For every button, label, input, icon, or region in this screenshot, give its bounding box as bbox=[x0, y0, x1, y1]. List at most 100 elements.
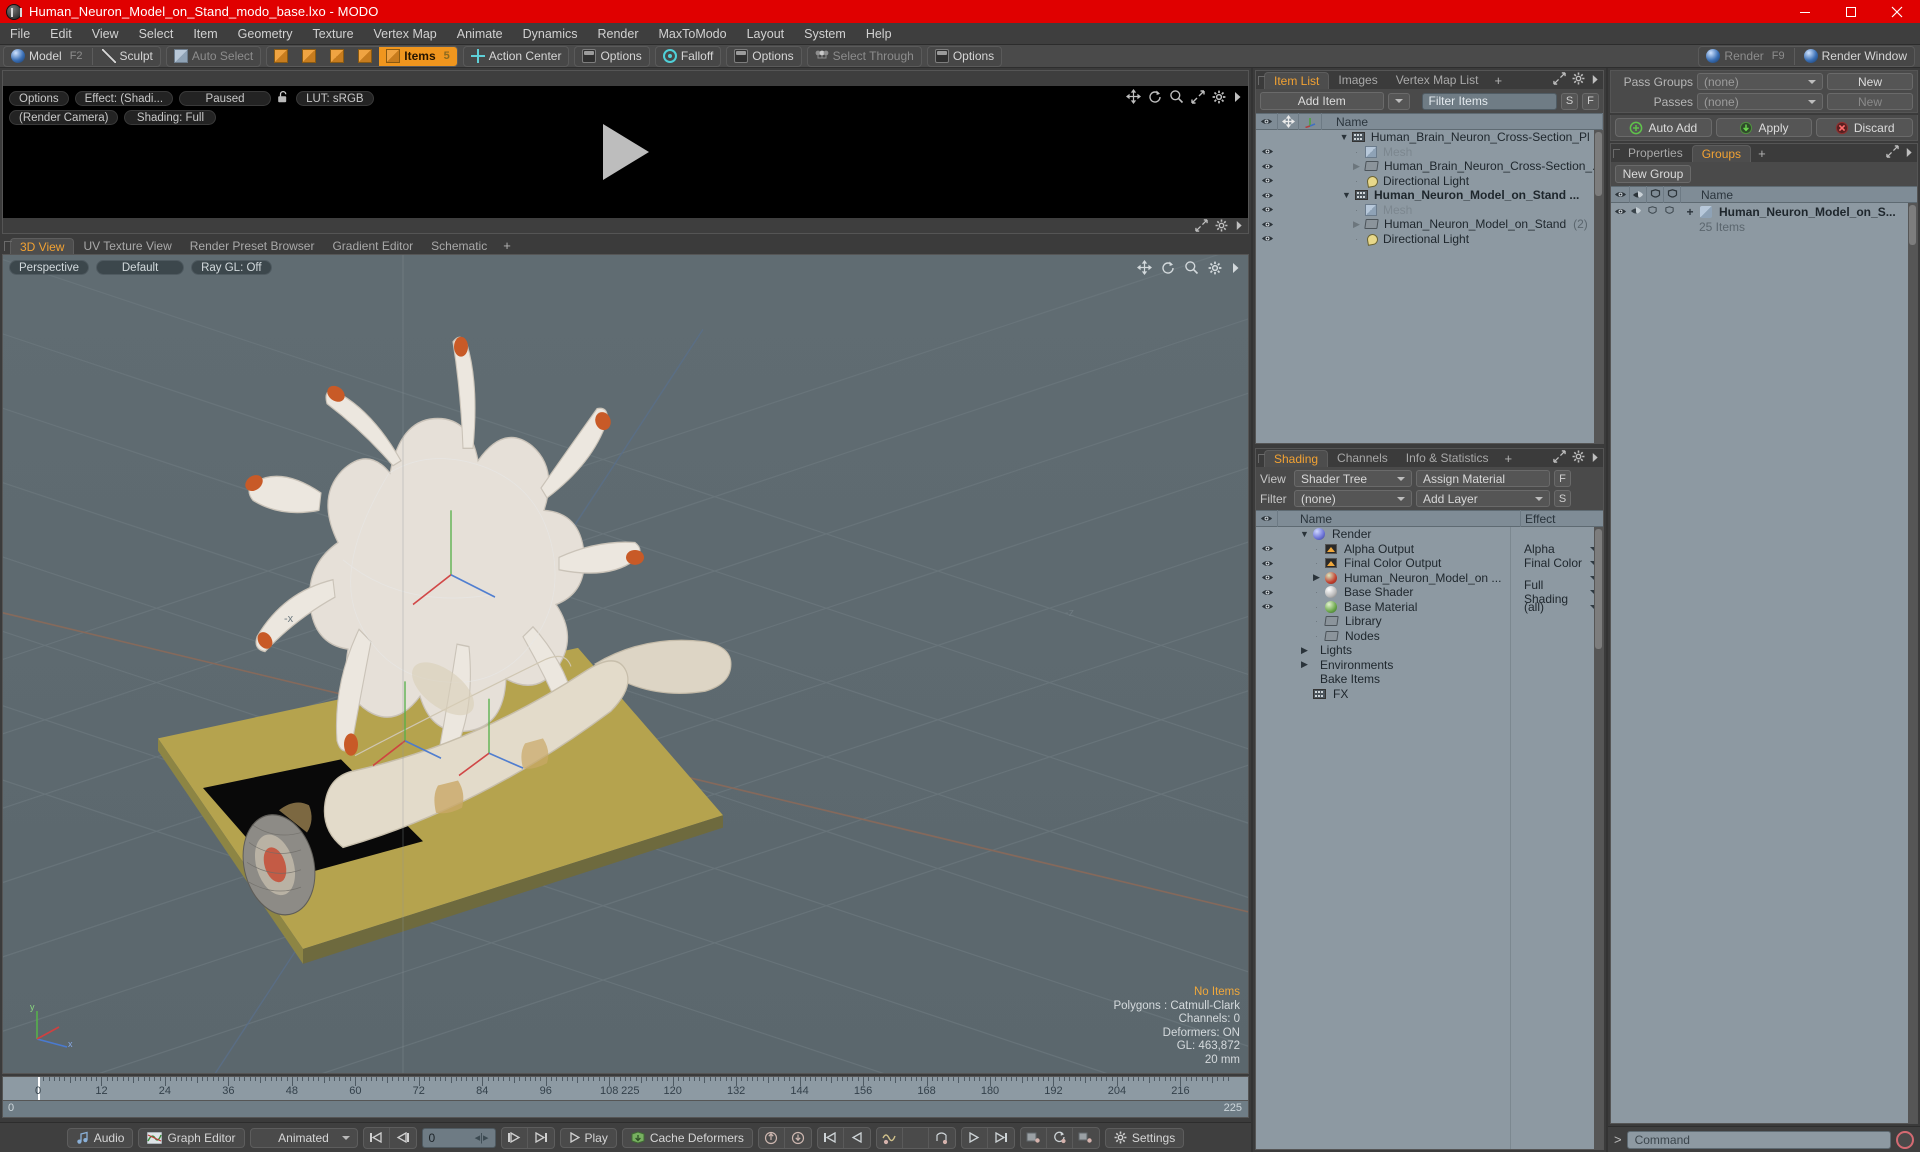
chevron-right-icon-vp[interactable] bbox=[1231, 262, 1240, 277]
filter-s-button[interactable]: S bbox=[1561, 92, 1578, 110]
command-input[interactable]: Command bbox=[1626, 1130, 1891, 1149]
gear-icon-sh[interactable] bbox=[1572, 450, 1585, 466]
menu-select[interactable]: Select bbox=[129, 23, 184, 45]
row-render-cell[interactable] bbox=[1630, 205, 1647, 219]
graph-editor-button[interactable]: Graph Editor bbox=[138, 1127, 245, 1148]
maximize-button[interactable] bbox=[1828, 0, 1874, 23]
row-twisty[interactable]: · bbox=[1311, 544, 1322, 554]
row-expand-toggle[interactable]: + bbox=[1683, 205, 1697, 219]
menu-dynamics[interactable]: Dynamics bbox=[513, 23, 588, 45]
chevron-right-icon-gr[interactable] bbox=[1905, 146, 1913, 161]
menu-layout[interactable]: Layout bbox=[737, 23, 795, 45]
key-rotate-button[interactable] bbox=[1047, 1127, 1073, 1148]
row-visibility-toggle[interactable] bbox=[1256, 588, 1278, 597]
row-name-cell[interactable]: ▶ Human_Neuron_Model_on_Stand (2) bbox=[1322, 217, 1603, 231]
add-groups-tab[interactable]: + bbox=[1751, 146, 1773, 162]
row-name-cell[interactable]: ▼ Render bbox=[1278, 527, 1521, 541]
add-item-button[interactable]: Add Item bbox=[1260, 92, 1384, 110]
filter-items-input[interactable]: Filter Items bbox=[1421, 92, 1557, 110]
rotate-icon[interactable] bbox=[1148, 89, 1162, 104]
shading-scrollbar[interactable] bbox=[1594, 527, 1603, 1149]
close-button[interactable] bbox=[1874, 0, 1920, 23]
load-key-button[interactable] bbox=[759, 1127, 785, 1148]
column-visibility[interactable] bbox=[1256, 113, 1278, 130]
row-twisty[interactable]: · bbox=[1351, 205, 1362, 215]
row-twisty[interactable]: · bbox=[1351, 234, 1362, 244]
table-row[interactable]: ▼ Human_Neuron_Model_on_Stand ... bbox=[1256, 188, 1603, 203]
table-row[interactable]: · Mesh bbox=[1256, 145, 1603, 160]
lock-icon[interactable] bbox=[277, 90, 290, 107]
row-visibility-toggle[interactable] bbox=[1256, 234, 1278, 243]
table-row[interactable]: · Directional Light bbox=[1256, 174, 1603, 189]
row-effect-cell[interactable]: (all) bbox=[1521, 600, 1603, 614]
menu-item[interactable]: Item bbox=[183, 23, 227, 45]
tab-3d-view[interactable]: 3D View bbox=[10, 238, 75, 254]
row-visibility-toggle[interactable] bbox=[1256, 544, 1278, 553]
row-visibility-toggle[interactable] bbox=[1256, 205, 1278, 214]
auto-select-button[interactable]: Auto Select bbox=[167, 47, 260, 66]
table-row[interactable]: · Base Material (all) bbox=[1256, 600, 1603, 615]
groups-list-body[interactable]: + Human_Neuron_Model_on_S... 25 Items bbox=[1611, 203, 1917, 1123]
tab-item-list[interactable]: Item List bbox=[1264, 72, 1330, 89]
tab-info-and-statistics[interactable]: Info & Statistics bbox=[1397, 450, 1498, 467]
current-frame-field[interactable]: 0 ◂|▸ bbox=[421, 1127, 496, 1148]
add-view-tab-button[interactable]: + bbox=[496, 238, 518, 254]
row-name-cell[interactable]: · Directional Light bbox=[1322, 174, 1603, 188]
row-visibility-toggle[interactable] bbox=[1256, 573, 1278, 582]
row-visibility-toggle[interactable] bbox=[1256, 162, 1278, 171]
row-visibility-toggle[interactable] bbox=[1611, 207, 1630, 216]
groups-column-visibility[interactable] bbox=[1611, 186, 1630, 203]
action-center-button[interactable]: Action Center bbox=[464, 47, 569, 66]
groups-scrollbar[interactable] bbox=[1908, 203, 1917, 1123]
row-twisty[interactable]: · bbox=[1311, 558, 1322, 568]
row-twisty[interactable]: · bbox=[1311, 631, 1322, 641]
table-row[interactable]: · Mesh bbox=[1256, 203, 1603, 218]
table-row[interactable]: · Library bbox=[1256, 614, 1603, 629]
tab-schematic[interactable]: Schematic bbox=[422, 238, 496, 254]
row-visibility-toggle[interactable] bbox=[1256, 220, 1278, 229]
new-pass-group-button[interactable]: New bbox=[1827, 73, 1913, 90]
select-through-options-button[interactable]: Options bbox=[928, 47, 1001, 66]
row-name-cell[interactable]: · Final Color Output bbox=[1278, 556, 1521, 570]
auto-add-button[interactable]: Auto Add bbox=[1615, 118, 1712, 137]
shading-column-visibility[interactable] bbox=[1256, 510, 1278, 527]
resize-icon-2[interactable] bbox=[1195, 219, 1208, 232]
table-row[interactable]: · Directional Light bbox=[1256, 232, 1603, 247]
row-visibility-toggle[interactable] bbox=[1256, 191, 1278, 200]
table-row[interactable]: · Base Shader Full Shading bbox=[1256, 578, 1603, 606]
items-mode-button[interactable]: Items 5 bbox=[379, 46, 457, 66]
assign-material-field[interactable]: Assign Material bbox=[1416, 470, 1550, 487]
shading-s-button[interactable]: S bbox=[1554, 490, 1571, 507]
chevron-right-icon[interactable] bbox=[1233, 91, 1242, 103]
new-group-button[interactable]: New Group bbox=[1615, 165, 1691, 183]
row-twisty[interactable]: · bbox=[1351, 176, 1362, 186]
table-row[interactable]: ▼ Human_Brain_Neuron_Cross-Section_Pl ... bbox=[1256, 130, 1603, 145]
row-name-cell[interactable]: · Nodes bbox=[1278, 629, 1521, 643]
falloff-options-button[interactable]: Options bbox=[727, 47, 800, 66]
action-center-options-button[interactable]: Options bbox=[575, 47, 648, 66]
delete-key-button[interactable] bbox=[929, 1128, 955, 1148]
viewport-preset-dropdown[interactable]: Default bbox=[96, 260, 185, 275]
vertex-mode-button[interactable] bbox=[267, 47, 295, 66]
row-name-cell[interactable]: ▶ Environments bbox=[1278, 658, 1521, 672]
menu-animate[interactable]: Animate bbox=[447, 23, 513, 45]
row-name-cell[interactable]: · Base Shader bbox=[1278, 585, 1521, 599]
move-icon-vp[interactable] bbox=[1137, 260, 1152, 278]
row-twisty[interactable]: ▶ bbox=[1351, 161, 1362, 172]
row-visibility-toggle[interactable] bbox=[1256, 559, 1278, 568]
menu-geometry[interactable]: Geometry bbox=[228, 23, 303, 45]
move-icon[interactable] bbox=[1126, 89, 1141, 104]
table-row[interactable]: ▶ Lights bbox=[1256, 643, 1603, 658]
gear-icon-il[interactable] bbox=[1572, 72, 1585, 88]
row-name-cell[interactable]: · Mesh bbox=[1322, 203, 1603, 217]
table-row[interactable]: · Nodes bbox=[1256, 629, 1603, 644]
preview-camera-dropdown[interactable]: (Render Camera) bbox=[9, 110, 119, 125]
row-effect-cell[interactable]: Final Color bbox=[1521, 556, 1603, 570]
first-key-button[interactable] bbox=[818, 1127, 844, 1148]
resize-icon[interactable] bbox=[1191, 89, 1205, 104]
menu-help[interactable]: Help bbox=[856, 23, 902, 45]
table-row[interactable]: ▶ Environments bbox=[1256, 658, 1603, 673]
key-channel-button[interactable] bbox=[1021, 1127, 1047, 1148]
tab-groups[interactable]: Groups bbox=[1691, 145, 1752, 162]
settings-button[interactable]: Settings bbox=[1104, 1127, 1185, 1148]
